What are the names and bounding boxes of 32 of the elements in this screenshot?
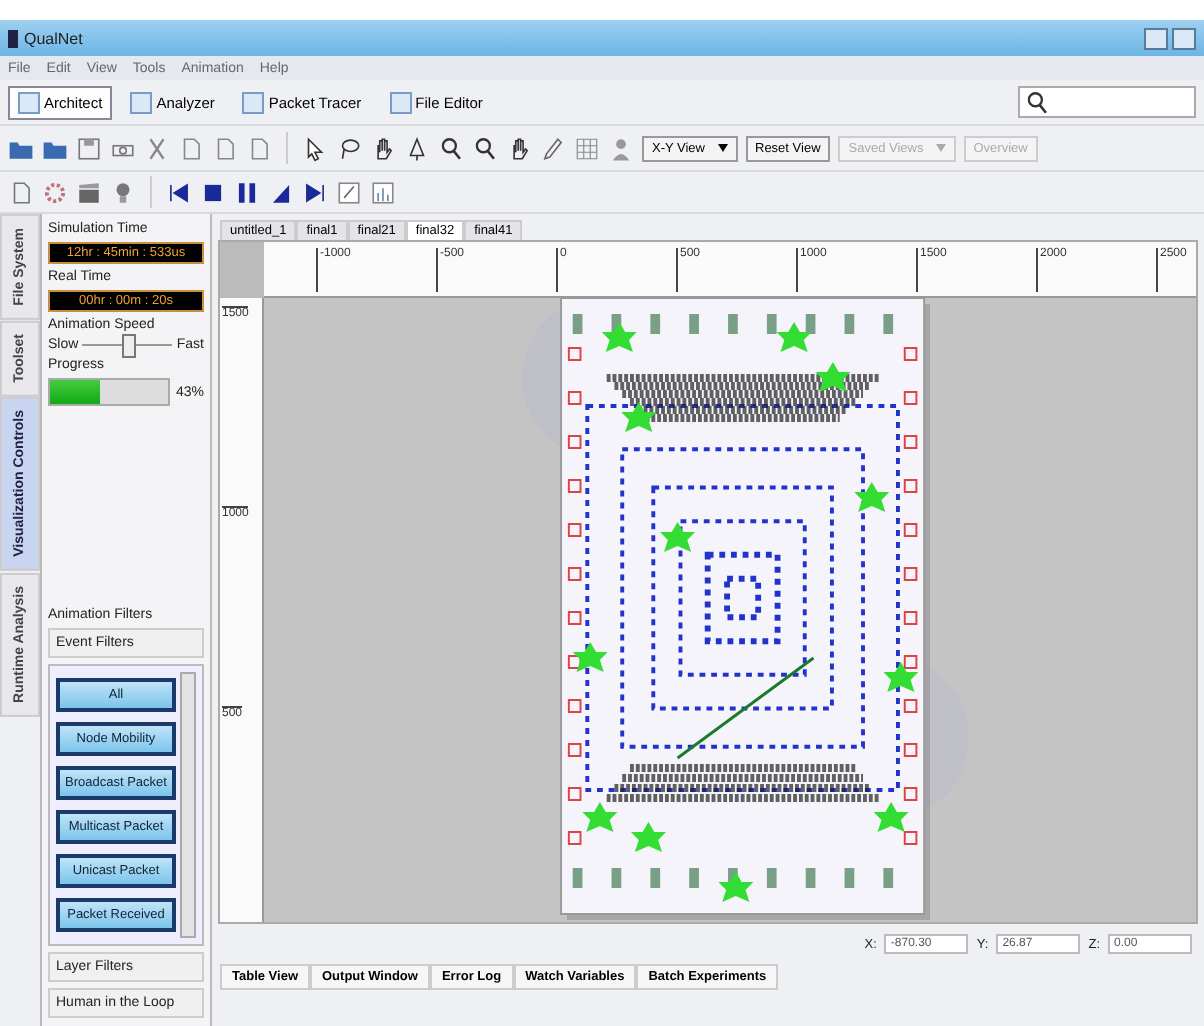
chart-icon[interactable]	[370, 179, 396, 205]
caret-icon	[717, 144, 727, 152]
minimize-button[interactable]	[1144, 27, 1168, 49]
pin-icon[interactable]	[404, 135, 430, 161]
magnifier-icon[interactable]	[438, 135, 464, 161]
gear-icon[interactable]	[42, 179, 68, 205]
page-icon[interactable]	[212, 135, 238, 161]
magnifier-icon[interactable]	[472, 135, 498, 161]
caret-icon	[935, 144, 946, 152]
speed-slider-thumb[interactable]	[121, 334, 136, 358]
skip-forward-icon[interactable]	[302, 179, 328, 205]
app-icon	[8, 29, 18, 47]
search-field[interactable]	[1018, 86, 1196, 118]
edit-icon[interactable]	[336, 179, 362, 205]
maximize-button[interactable]	[1172, 27, 1196, 49]
pointer-icon[interactable]	[302, 135, 328, 161]
window-title: QualNet	[24, 29, 83, 47]
stop-icon[interactable]	[200, 179, 226, 205]
scissors-icon[interactable]	[144, 135, 170, 161]
pen-icon[interactable]	[540, 135, 566, 161]
ruler-corner	[220, 242, 264, 298]
page-icon[interactable]	[8, 179, 34, 205]
figure-icon[interactable]	[608, 135, 634, 161]
pause-icon[interactable]	[234, 179, 260, 205]
scrollbar[interactable]	[180, 672, 196, 938]
magnifier-icon[interactable]	[1024, 89, 1050, 115]
page-icon[interactable]	[178, 135, 204, 161]
clapperboard-icon[interactable]	[76, 179, 102, 205]
page-icon[interactable]	[246, 135, 272, 161]
grid-icon[interactable]	[574, 135, 600, 161]
skip-back-icon[interactable]	[166, 179, 192, 205]
lasso-icon[interactable]	[336, 135, 362, 161]
